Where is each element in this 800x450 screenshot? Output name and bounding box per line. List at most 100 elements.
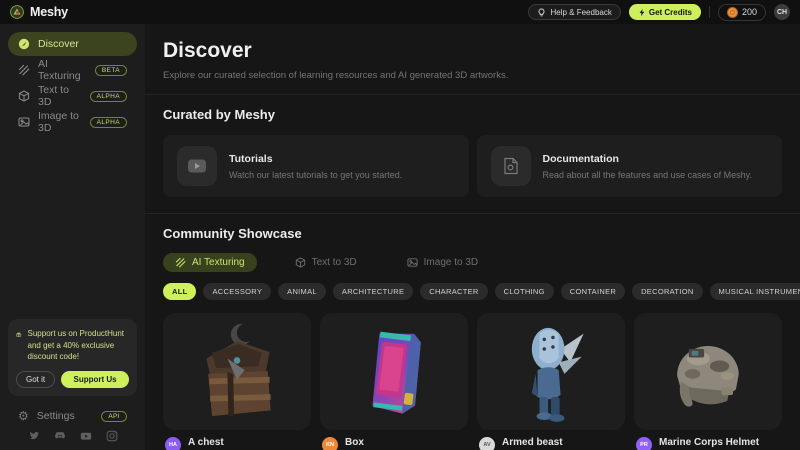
lightbulb-icon — [537, 8, 546, 17]
tutorials-card[interactable]: Tutorials Watch our latest tutorials to … — [163, 135, 469, 197]
model-meta: AV Armed beast AvAR — [477, 437, 625, 450]
tab-ai-texturing[interactable]: AI Texturing — [163, 253, 257, 272]
documentation-card[interactable]: Documentation Read about all the feature… — [477, 135, 783, 197]
model-thumbnail-armed-beast — [503, 320, 599, 424]
sidebar-item-ai-texturing[interactable]: AI Texturing BETA — [8, 58, 137, 82]
user-avatar-initials: CH — [777, 9, 787, 16]
get-credits-label: Get Credits — [649, 8, 692, 17]
api-badge: API — [101, 411, 127, 422]
image-icon — [407, 257, 418, 268]
meshy-app: Meshy Help & Feedback Get Credits 200 — [0, 0, 800, 450]
help-feedback-button[interactable]: Help & Feedback — [528, 4, 620, 20]
coin-icon — [727, 7, 738, 18]
discord-icon[interactable] — [54, 430, 66, 442]
sidebar-item-settings[interactable]: ⚙ Settings API — [8, 410, 137, 422]
filter-musical-instrument[interactable]: MUSICAL INSTRUMENT — [710, 283, 800, 300]
model-card-armed-beast[interactable] — [477, 313, 625, 430]
tutorials-card-text: Tutorials Watch our latest tutorials to … — [229, 153, 402, 180]
model-card-marine-corps-helmet[interactable] — [634, 313, 782, 430]
lightning-bolt-icon — [638, 8, 646, 17]
author-avatar[interactable]: KN — [322, 437, 338, 450]
meshy-logo[interactable]: Meshy — [10, 5, 68, 19]
author-avatar-initials: KN — [326, 442, 334, 448]
topbar-actions: Help & Feedback Get Credits 200 CH — [528, 4, 790, 21]
sidebar-item-label: Text to 3D — [38, 84, 82, 108]
tutorials-description: Watch our latest tutorials to get you st… — [229, 170, 402, 180]
showcase-grid: HA A chest Hannah — [163, 313, 782, 450]
model-meta-text: Marine Corps Helmet Proton — [659, 437, 759, 450]
beta-badge: BETA — [95, 65, 127, 76]
filter-decoration[interactable]: DECORATION — [632, 283, 702, 300]
showcase-cell: HA A chest Hannah — [163, 313, 311, 450]
topbar-divider — [709, 6, 710, 18]
sidebar-item-discover[interactable]: Discover — [8, 32, 137, 56]
model-meta-text: Armed beast AvAR — [502, 437, 563, 450]
twitter-icon[interactable] — [28, 430, 40, 442]
texture-brush-icon — [175, 257, 186, 268]
sidebar-item-label: Image to 3D — [38, 110, 82, 134]
sidebar-item-image-to-3d[interactable]: Image to 3D ALPHA — [8, 110, 137, 134]
author-avatar[interactable]: HA — [165, 437, 181, 450]
model-card-a-chest[interactable] — [163, 313, 311, 430]
filter-accessory[interactable]: ACCESSORY — [203, 283, 271, 300]
main-content: Discover Explore our curated selection o… — [145, 24, 800, 450]
alpha-badge: ALPHA — [90, 91, 127, 102]
cube-icon — [295, 257, 306, 268]
page-subtitle: Explore our curated selection of learnin… — [163, 70, 782, 81]
credit-count: 200 — [742, 7, 757, 17]
model-thumbnail-helmet — [658, 320, 758, 424]
author-avatar-initials: AV — [483, 442, 490, 448]
producthunt-promo-card: Support us on ProductHunt and get a 40% … — [8, 319, 137, 396]
model-meta: PR Marine Corps Helmet Proton — [634, 437, 782, 450]
documentation-description: Read about all the features and use case… — [543, 170, 752, 180]
filter-all[interactable]: ALL — [163, 283, 196, 300]
category-filters: ALL ACCESSORY ANIMAL ARCHITECTURE CHARAC… — [163, 283, 782, 300]
tab-label: Text to 3D — [312, 257, 357, 268]
author-avatar[interactable]: AV — [479, 437, 495, 450]
author-avatar[interactable]: PR — [636, 437, 652, 450]
curated-title: Curated by Meshy — [163, 107, 782, 122]
model-thumbnail-box — [346, 320, 442, 424]
model-meta: KN Box Knight42 — [320, 437, 468, 450]
showcase-cell: KN Box Knight42 — [320, 313, 468, 450]
tab-text-to-3d[interactable]: Text to 3D — [283, 253, 369, 272]
page-title: Discover — [163, 39, 782, 63]
topbar: Meshy Help & Feedback Get Credits 200 — [0, 0, 800, 24]
sidebar-item-text-to-3d[interactable]: Text to 3D ALPHA — [8, 84, 137, 108]
credit-balance[interactable]: 200 — [718, 4, 766, 21]
sidebar: Discover AI Texturing BETA Text to 3D AL… — [0, 24, 145, 450]
youtube-icon[interactable] — [80, 430, 92, 442]
model-card-box[interactable] — [320, 313, 468, 430]
settings-label: Settings — [37, 410, 75, 422]
tutorials-title: Tutorials — [229, 153, 402, 165]
promo-content: Support us on ProductHunt and get a 40% … — [16, 328, 129, 362]
author-avatar-initials: PR — [640, 442, 648, 448]
meshy-logo-icon — [10, 5, 24, 19]
instagram-icon[interactable] — [106, 430, 118, 442]
tab-label: Image to 3D — [424, 257, 478, 268]
model-meta: HA A chest Hannah — [163, 437, 311, 450]
filter-container[interactable]: CONTAINER — [561, 283, 625, 300]
filter-clothing[interactable]: CLOTHING — [495, 283, 554, 300]
logo-text: Meshy — [30, 5, 68, 19]
sidebar-item-label: Discover — [38, 38, 79, 50]
model-title: Marine Corps Helmet — [659, 437, 759, 448]
support-us-button[interactable]: Support Us — [61, 371, 129, 388]
promo-text: Support us on ProductHunt and get a 40% … — [28, 328, 129, 362]
tab-image-to-3d[interactable]: Image to 3D — [395, 253, 490, 272]
filter-architecture[interactable]: ARCHITECTURE — [333, 283, 413, 300]
image-icon — [18, 116, 30, 128]
play-icon — [177, 146, 217, 186]
got-it-button[interactable]: Got it — [16, 371, 55, 388]
user-avatar[interactable]: CH — [774, 4, 790, 20]
documentation-card-text: Documentation Read about all the feature… — [543, 153, 752, 180]
document-icon — [491, 146, 531, 186]
filter-character[interactable]: CHARACTER — [420, 283, 487, 300]
texture-brush-icon — [18, 64, 30, 76]
cube-icon — [18, 90, 30, 102]
model-meta-text: Box Knight42 — [345, 437, 377, 450]
sidebar-item-label: AI Texturing — [38, 58, 87, 82]
model-title: Armed beast — [502, 437, 563, 448]
filter-animal[interactable]: ANIMAL — [278, 283, 326, 300]
get-credits-button[interactable]: Get Credits — [629, 4, 701, 20]
